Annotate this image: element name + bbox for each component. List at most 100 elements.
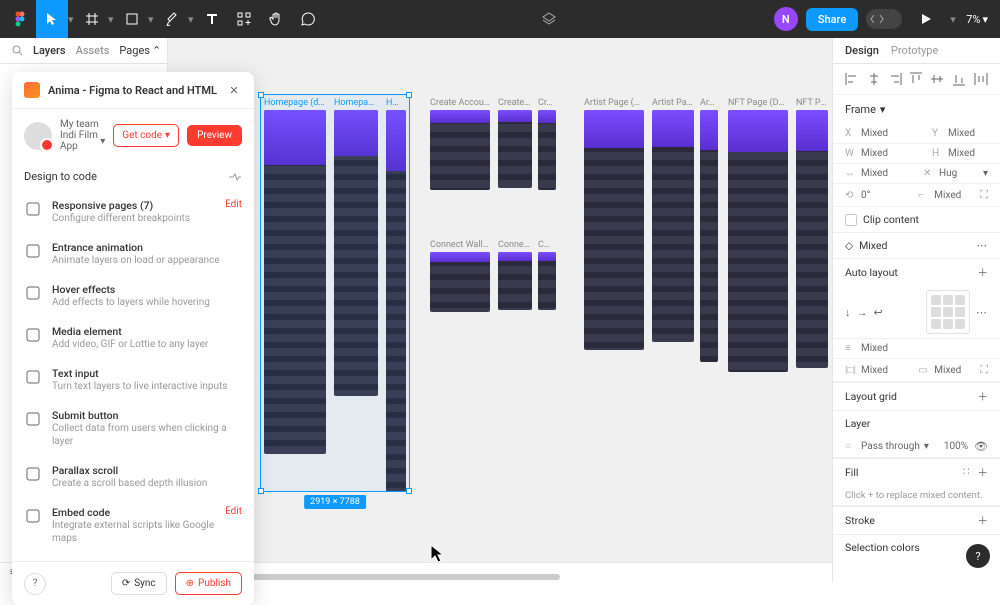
present-button[interactable] (910, 0, 942, 38)
frame-group[interactable]: Connect Walle… (430, 240, 490, 312)
frame-thumbnail[interactable] (538, 110, 556, 190)
clip-content-row[interactable]: Clip content (833, 207, 1000, 232)
frame-group[interactable]: Ar… (700, 98, 718, 362)
padding-v-field[interactable]: ▭Mixed (918, 365, 974, 376)
add-fill-button[interactable]: ＋ (978, 465, 989, 480)
frame-thumbnail[interactable] (430, 110, 490, 190)
frame-group[interactable]: NFT Page (De… (728, 98, 788, 372)
feature-row[interactable]: Responsive pages (7) Configure different… (12, 191, 254, 233)
feature-edit-button[interactable]: Edit (225, 506, 242, 517)
share-button[interactable]: Share (806, 8, 858, 31)
y-field[interactable]: YMixed (932, 128, 988, 139)
more-icon[interactable]: ⋯ (977, 239, 989, 252)
blend-mode-field[interactable]: ○Pass through ▾ (845, 441, 929, 452)
resize-h-field[interactable]: ↔Mixed (845, 168, 901, 179)
comment-tool[interactable] (292, 0, 324, 38)
frame-thumbnail[interactable] (700, 110, 718, 362)
pen-tool-chevron[interactable]: ▾ (188, 13, 196, 26)
feature-row[interactable]: Hover effects Add effects to layers whil… (12, 275, 254, 317)
clip-checkbox[interactable] (845, 214, 857, 226)
w-field[interactable]: WMixed (845, 148, 901, 159)
center-action-icon[interactable] (533, 0, 565, 38)
padding-h-field[interactable]: |□|Mixed (845, 365, 901, 376)
visibility-icon[interactable]: 👁 (974, 440, 988, 453)
frame-thumbnail[interactable] (728, 110, 788, 372)
dev-mode-toggle[interactable] (866, 9, 902, 29)
selection-handle[interactable] (258, 488, 264, 494)
align-right-icon[interactable] (888, 73, 902, 85)
independent-padding-icon[interactable]: ⛶ (980, 363, 988, 377)
team-info[interactable]: My team Indi Film App ▾ (60, 119, 105, 152)
al-more-icon[interactable]: ⋯ (976, 306, 988, 319)
corner-radius-field[interactable]: ⌐Mixed (918, 190, 974, 201)
design-tab[interactable]: Design (845, 44, 879, 57)
feature-row[interactable]: Media element Add video, GIF or Lottie t… (12, 317, 254, 359)
frame-thumbnail[interactable] (430, 252, 490, 312)
frame-group[interactable]: Cr… (538, 98, 556, 190)
frame-label[interactable]: NFT Page (De… (728, 98, 788, 108)
frame-group[interactable]: Artist Page (D… (584, 98, 644, 350)
help-fab[interactable]: ? (966, 544, 990, 568)
x-field[interactable]: XMixed (845, 128, 901, 139)
h-field[interactable]: HMixed (932, 148, 988, 159)
add-grid-button[interactable]: ＋ (978, 389, 989, 404)
frame-label[interactable]: Cr… (538, 98, 556, 108)
frame-tool[interactable] (76, 0, 108, 38)
al-horizontal-icon[interactable]: → (857, 306, 868, 319)
zoom-control[interactable]: 7%▾ (966, 13, 988, 26)
layers-tab[interactable]: Layers (33, 44, 66, 57)
frame-label[interactable]: Connect… (498, 240, 532, 250)
feature-row[interactable]: Embed code Integrate external scripts li… (12, 498, 254, 553)
frame-thumbnail[interactable] (498, 110, 532, 188)
frame-thumbnail[interactable] (584, 110, 644, 350)
add-autolayout-button[interactable]: ＋ (978, 265, 989, 280)
frame-label[interactable]: Artist Page (D… (584, 98, 644, 108)
move-tool-chevron[interactable]: ▾ (68, 13, 76, 26)
frame-group[interactable]: Create … (498, 98, 532, 188)
shape-tool-chevron[interactable]: ▾ (148, 13, 156, 26)
frame-group[interactable]: Artist Pa… (652, 98, 694, 342)
distribute-icon[interactable] (974, 73, 988, 85)
frame-thumbnail[interactable] (498, 252, 532, 310)
shape-tool[interactable] (116, 0, 148, 38)
frame-group[interactable]: Create Accou… (430, 98, 490, 190)
get-code-button[interactable]: Get code ▾ (113, 124, 179, 147)
selection-handle[interactable] (406, 488, 412, 494)
frame-label[interactable]: Artist Pa… (652, 98, 694, 108)
plugin-close-button[interactable]: ✕ (226, 82, 242, 98)
frame-label[interactable]: Ar… (700, 98, 718, 108)
pages-dropdown[interactable]: Pages ⌃ (119, 44, 161, 57)
frame-thumbnail[interactable] (538, 252, 556, 310)
feature-row[interactable]: Parallax scroll Create a scroll based de… (12, 456, 254, 498)
frame-label[interactable]: C… (538, 240, 556, 250)
publish-button[interactable]: ⊕ Publish (175, 572, 242, 595)
team-avatar[interactable] (24, 122, 52, 150)
horizontal-scrollbar[interactable] (200, 574, 560, 580)
fill-styles-icon[interactable]: ∷ (963, 465, 970, 480)
frame-label[interactable]: Connect Walle… (430, 240, 490, 250)
frame-thumbnail[interactable] (796, 110, 828, 368)
user-avatar[interactable]: N (774, 7, 798, 31)
pen-tool[interactable] (156, 0, 188, 38)
feature-row[interactable]: Entrance animation Animate layers on loa… (12, 233, 254, 275)
hand-tool[interactable] (260, 0, 292, 38)
assets-tab[interactable]: Assets (76, 44, 110, 57)
al-wrap-icon[interactable]: ↩ (874, 306, 883, 319)
add-stroke-button[interactable]: ＋ (978, 513, 989, 528)
align-vcenter-icon[interactable] (931, 72, 945, 86)
constraints-row[interactable]: ◇Mixed ⋯ (833, 232, 1000, 259)
sync-button[interactable]: ⟳ Sync (111, 572, 167, 595)
selection-handle[interactable] (258, 92, 264, 98)
search-icon[interactable] (12, 45, 23, 56)
opacity-field[interactable]: 100% (944, 441, 968, 452)
preview-button[interactable]: Preview (187, 125, 242, 146)
selection-handle[interactable] (406, 92, 412, 98)
frame-section-title[interactable]: Frame ▾ (833, 95, 1000, 124)
frame-group[interactable]: Connect… (498, 240, 532, 310)
align-left-icon[interactable] (845, 73, 859, 85)
feature-edit-button[interactable]: Edit (225, 199, 242, 210)
alignment-box[interactable] (926, 290, 970, 334)
text-tool[interactable] (196, 0, 228, 38)
align-top-icon[interactable] (910, 72, 924, 86)
figma-menu-button[interactable] (4, 0, 36, 38)
